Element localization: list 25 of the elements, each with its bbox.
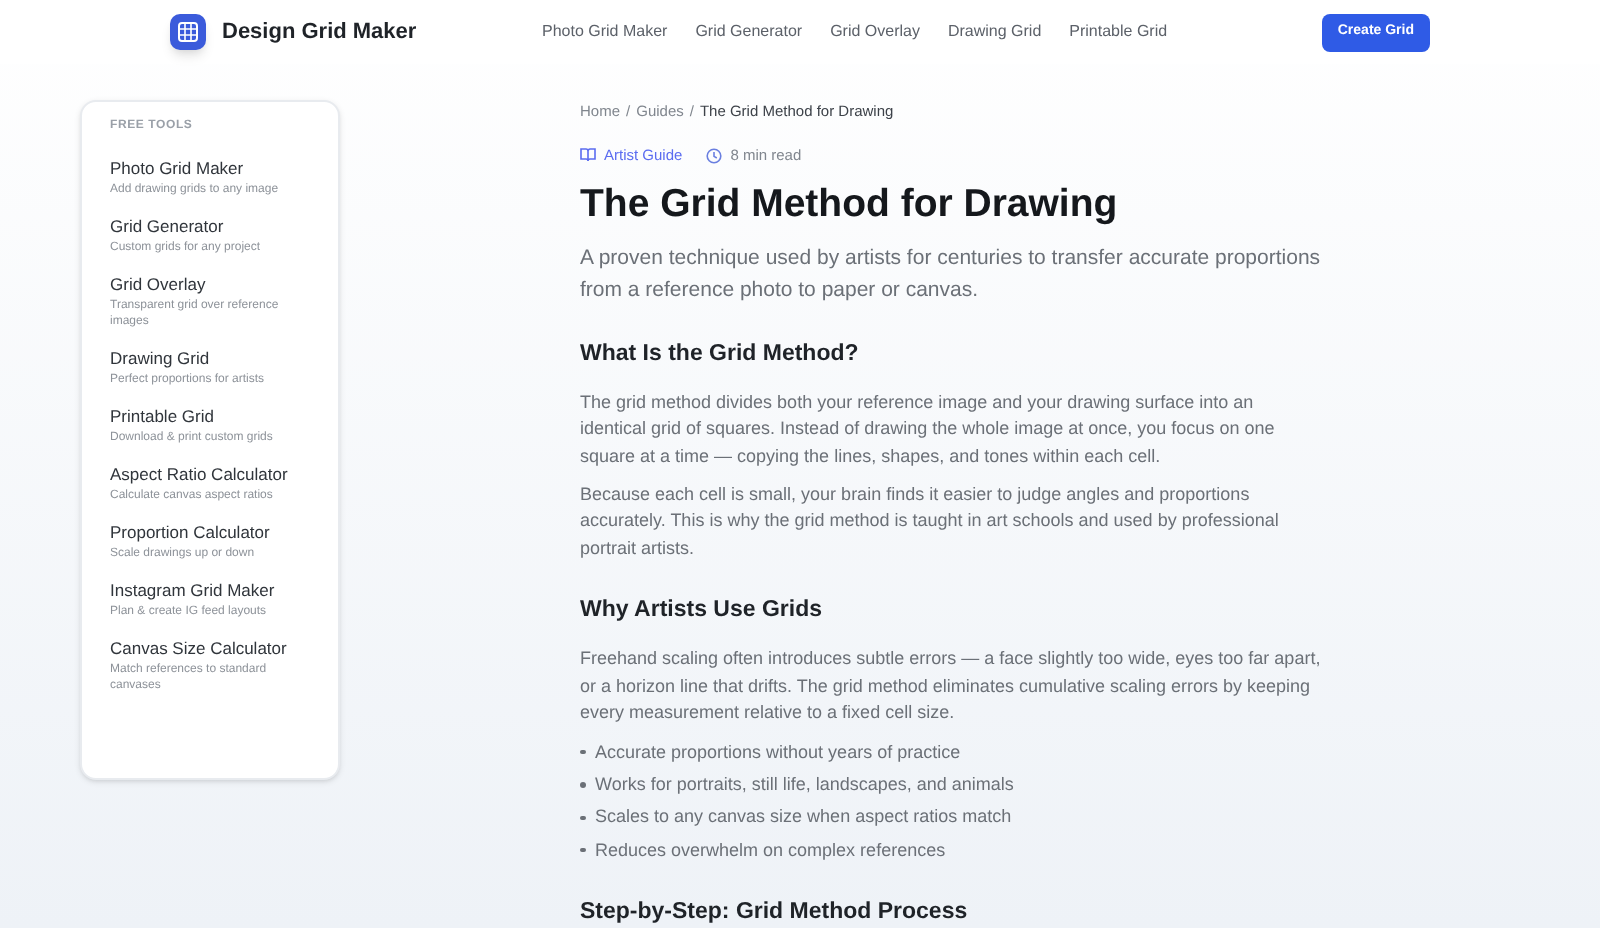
nav-link[interactable]: Grid Overlay bbox=[830, 20, 920, 44]
list-item: Reduces overwhelm on complex references bbox=[595, 837, 946, 864]
list-item: Works for portraits, still life, landscapes, and animals bbox=[595, 771, 1014, 798]
section-heading: Why Artists Use Grids bbox=[580, 596, 824, 627]
nav-link[interactable]: Grid Generator bbox=[695, 20, 803, 44]
section-heading: Step-by-Step: Grid Method Process bbox=[580, 897, 970, 928]
nav-link[interactable]: Printable Grid bbox=[1069, 20, 1168, 44]
lead-paragraph: A proven technique used by artists for centuries to transfer accurate proportions from a reference photo to paper or canvas. bbox=[580, 243, 1323, 305]
body-paragraph: Because each cell is small, your brain finds it easier to judge angles and proportions accurately. This is why the grid method is taught in art schools and used by professional portrait artists. bbox=[580, 481, 1281, 562]
list-item: Accurate proportions without years of practice bbox=[595, 739, 961, 766]
logo-icon bbox=[170, 14, 206, 50]
brand-name: Design Grid Maker bbox=[222, 17, 417, 48]
clock-icon bbox=[706, 147, 723, 164]
list-item: Scales to any canvas size when aspect ratios match bbox=[595, 804, 1012, 831]
book-icon bbox=[580, 148, 596, 163]
bullet-icon bbox=[580, 847, 585, 853]
section-heading: What Is the Grid Method? bbox=[580, 339, 861, 369]
bullet-icon bbox=[580, 749, 585, 755]
bullet-icon bbox=[580, 815, 585, 820]
bullet-icon bbox=[580, 782, 585, 788]
body-paragraph: Freehand scaling often introduces subtle errors — a face slightly too wide, eyes too far apart, or a horizon line that drifts. The grid method eliminates cumulative scaling errors by keeping every measurement relative to a fixed cell size. bbox=[580, 646, 1323, 727]
nav-link[interactable]: Drawing Grid bbox=[947, 20, 1042, 44]
nav-link[interactable]: Photo Grid Maker bbox=[542, 20, 668, 44]
article-title: The Grid Method for Drawing bbox=[580, 179, 1120, 229]
body-paragraph: The grid method divides both your reference image and your drawing surface into an identical grid of squares. Instead of drawing the whole image at once, you focus on one square at a time — copying the lines, shapes, and tones within each cell. bbox=[580, 389, 1277, 470]
